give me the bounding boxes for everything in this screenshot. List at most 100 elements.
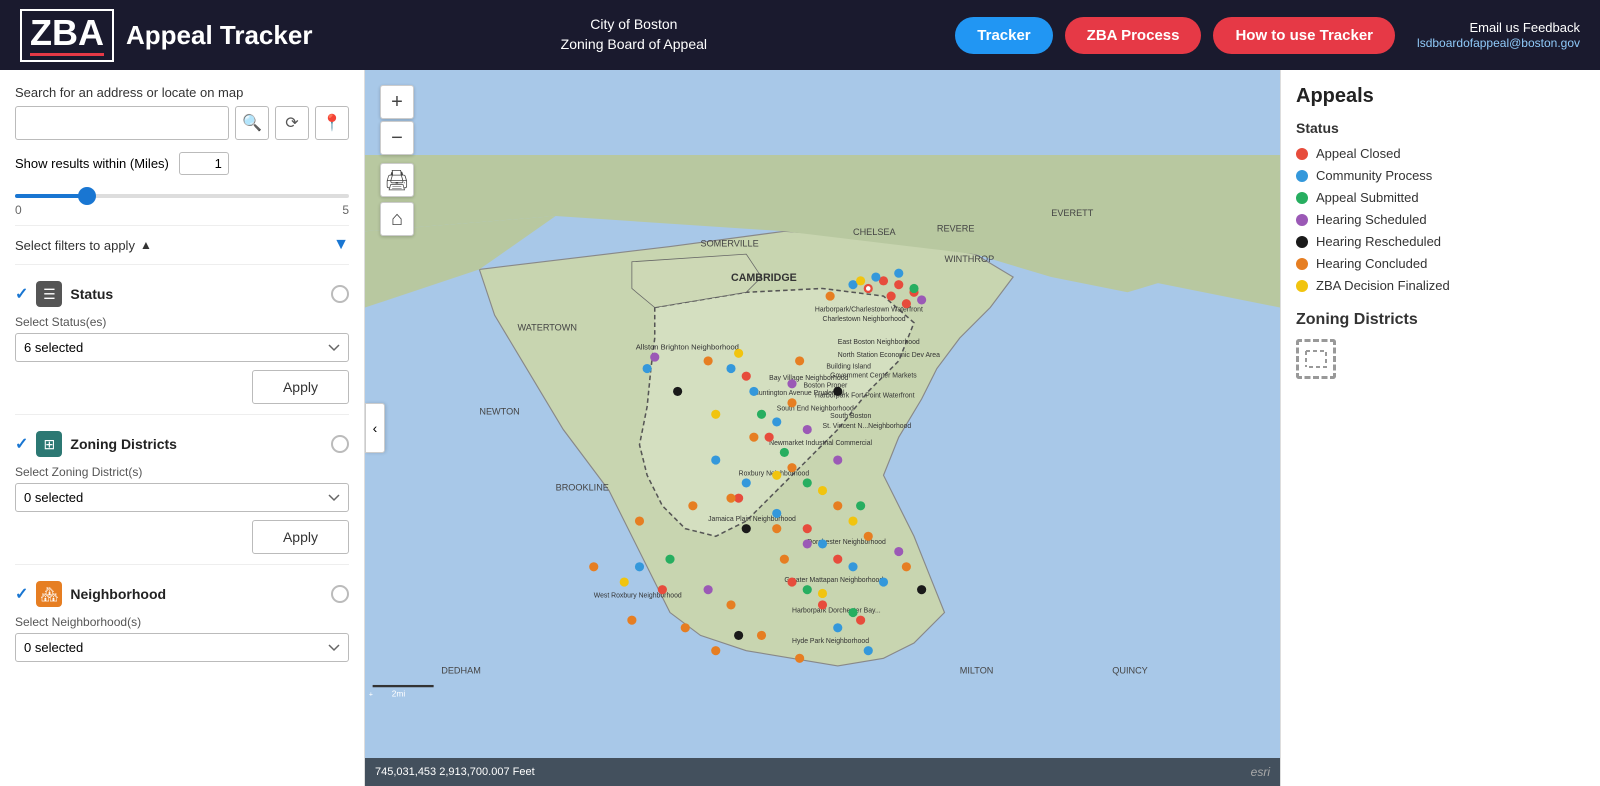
legend-dot-appeal-submitted bbox=[1296, 192, 1308, 204]
map-statusbar: 745,031,453 2,913,700.007 Feet esri bbox=[365, 758, 1280, 786]
zoning-icon-svg bbox=[1304, 349, 1328, 369]
header-center-text: City of Boston Zoning Board of Appeal bbox=[312, 15, 955, 54]
legend-item-3: Hearing Scheduled bbox=[1296, 212, 1585, 227]
pin-button[interactable]: 📍 bbox=[315, 106, 349, 140]
svg-text:SOMERVILLE: SOMERVILLE bbox=[701, 239, 759, 249]
neighborhood-dropdown[interactable]: 0 selected bbox=[15, 633, 349, 662]
zoning-filter-title: Zoning Districts bbox=[70, 436, 323, 452]
org-name: Zoning Board of Appeal bbox=[312, 35, 955, 55]
filters-label: Select filters to apply ▲ bbox=[15, 238, 152, 253]
svg-text:Charlestown Neighborhood: Charlestown Neighborhood bbox=[823, 316, 906, 323]
status-filter-icon: ☰ bbox=[36, 281, 62, 307]
svg-text:Hyde Park Neighborhood: Hyde Park Neighborhood bbox=[792, 638, 869, 645]
miles-input[interactable] bbox=[179, 152, 229, 175]
legend-label-hearing-concluded: Hearing Concluded bbox=[1316, 256, 1427, 271]
svg-text:NEWTON: NEWTON bbox=[479, 406, 519, 416]
legend-label-community-process: Community Process bbox=[1316, 168, 1432, 183]
divider-4 bbox=[15, 564, 349, 565]
svg-text:2mi: 2mi bbox=[392, 688, 406, 698]
divider-2 bbox=[15, 264, 349, 265]
status-dropdown[interactable]: 6 selected bbox=[15, 333, 349, 362]
zoning-filter-header: ✓ ⊞ Zoning Districts bbox=[15, 423, 349, 465]
zoning-district-icon bbox=[1296, 339, 1336, 379]
svg-text:EVERETT: EVERETT bbox=[1051, 208, 1094, 218]
main-layout: Search for an address or locate on map 🔍… bbox=[0, 70, 1600, 786]
search-button[interactable]: 🔍 bbox=[235, 106, 269, 140]
svg-text:Harborpark Dorchester Bay...: Harborpark Dorchester Bay... bbox=[792, 608, 881, 615]
svg-text:South Boston: South Boston bbox=[830, 413, 871, 420]
print-button[interactable]: 🖨 bbox=[380, 163, 414, 197]
sidebar-toggle-button[interactable]: ‹ bbox=[365, 403, 385, 453]
legend-item-2: Appeal Submitted bbox=[1296, 190, 1585, 205]
left-sidebar: Search for an address or locate on map 🔍… bbox=[0, 70, 365, 786]
status-apply-button[interactable]: Apply bbox=[252, 370, 349, 404]
status-sublabel: Select Status(es) bbox=[15, 315, 349, 329]
zba-process-button[interactable]: ZBA Process bbox=[1065, 17, 1202, 54]
neighborhood-filter-icon: 🏘 bbox=[36, 581, 62, 607]
legend-dot-community-process bbox=[1296, 170, 1308, 182]
svg-text:MILTON: MILTON bbox=[960, 666, 994, 676]
legend-label-hearing-rescheduled: Hearing Rescheduled bbox=[1316, 234, 1441, 249]
legend-dot-appeal-closed bbox=[1296, 148, 1308, 160]
status-radio[interactable] bbox=[331, 285, 349, 303]
legend-items: Appeal Closed Community Process Appeal S… bbox=[1296, 146, 1585, 293]
header-nav: Tracker ZBA Process How to use Tracker E… bbox=[955, 17, 1580, 54]
map-extra-controls: 🖨 ⌂ bbox=[380, 163, 414, 236]
legend-item-5: Hearing Concluded bbox=[1296, 256, 1585, 271]
svg-text:BROOKLINE: BROOKLINE bbox=[556, 483, 609, 493]
filters-header: Select filters to apply ▲ ▼ bbox=[15, 236, 349, 254]
svg-text:REVERE: REVERE bbox=[937, 223, 975, 233]
range-min: 0 bbox=[15, 203, 22, 217]
legend-label-hearing-scheduled: Hearing Scheduled bbox=[1316, 212, 1427, 227]
email-link[interactable]: lsdboardofappeal@boston.gov bbox=[1417, 36, 1580, 50]
svg-text:St. Vincent N...Neighborhood: St. Vincent N...Neighborhood bbox=[823, 423, 912, 430]
svg-text:Harborpark Fort Point Waterfro: Harborpark Fort Point Waterfront bbox=[815, 392, 915, 399]
neighborhood-check-icon: ✓ bbox=[15, 584, 28, 604]
search-input[interactable] bbox=[15, 106, 229, 140]
zoom-out-button[interactable]: − bbox=[380, 121, 414, 155]
filters-text: Select filters to apply bbox=[15, 238, 135, 253]
zoning-filter-section: ✓ ⊞ Zoning Districts Select Zoning Distr… bbox=[15, 423, 349, 554]
legend-label-appeal-closed: Appeal Closed bbox=[1316, 146, 1401, 161]
tracker-button[interactable]: Tracker bbox=[955, 17, 1052, 54]
svg-text:Jamaica Plain Neighborhood: Jamaica Plain Neighborhood bbox=[708, 516, 796, 523]
range-labels: 0 5 bbox=[15, 203, 349, 217]
zoom-in-button[interactable]: + bbox=[380, 85, 414, 119]
svg-text:North Station Economic Dev Are: North Station Economic Dev Area bbox=[838, 352, 940, 359]
zoning-radio[interactable] bbox=[331, 435, 349, 453]
svg-text:Allston Brighton Neighborhood: Allston Brighton Neighborhood bbox=[636, 342, 739, 351]
legend-dot-zba-decision bbox=[1296, 280, 1308, 292]
zoning-apply-button[interactable]: Apply bbox=[252, 520, 349, 554]
appeals-title: Appeals bbox=[1296, 85, 1585, 108]
legend-label-zba-decision: ZBA Decision Finalized bbox=[1316, 278, 1450, 293]
legend-dot-hearing-concluded bbox=[1296, 258, 1308, 270]
zba-logo: ZBA bbox=[20, 9, 114, 62]
filter-icon: ▼ bbox=[333, 236, 349, 254]
status-filter-title: Status bbox=[70, 286, 323, 302]
map-area[interactable]: CAMBRIDGE WATERTOWN SOMERVILLE CHELSEA W… bbox=[365, 70, 1280, 786]
home-button[interactable]: ⌂ bbox=[380, 202, 414, 236]
neighborhood-radio[interactable] bbox=[331, 585, 349, 603]
svg-text:East Boston Neighborhood: East Boston Neighborhood bbox=[838, 339, 920, 346]
zoning-dropdown[interactable]: 0 selected bbox=[15, 483, 349, 512]
legend-item-0: Appeal Closed bbox=[1296, 146, 1585, 161]
neighborhood-filter-header: ✓ 🏘 Neighborhood bbox=[15, 573, 349, 615]
legend-item-6: ZBA Decision Finalized bbox=[1296, 278, 1585, 293]
miles-row: Show results within (Miles) bbox=[15, 152, 349, 175]
range-slider[interactable] bbox=[15, 194, 349, 198]
svg-text:Newmarket Industrial Commercia: Newmarket Industrial Commercial bbox=[769, 440, 872, 447]
locate-button[interactable]: ⟳ bbox=[275, 106, 309, 140]
status-legend-title: Status bbox=[1296, 120, 1585, 136]
email-label: Email us Feedback bbox=[1417, 20, 1580, 35]
legend-label-appeal-submitted: Appeal Submitted bbox=[1316, 190, 1419, 205]
zoning-check-icon: ✓ bbox=[15, 434, 28, 454]
svg-text:WATERTOWN: WATERTOWN bbox=[518, 322, 577, 332]
neighborhood-filter-title: Neighborhood bbox=[70, 586, 323, 602]
map-background: CAMBRIDGE WATERTOWN SOMERVILLE CHELSEA W… bbox=[365, 70, 1280, 786]
slider-container: 0 5 bbox=[15, 185, 349, 217]
how-to-button[interactable]: How to use Tracker bbox=[1213, 17, 1395, 54]
map-coordinates: 745,031,453 2,913,700.007 Feet bbox=[375, 766, 535, 778]
status-filter-header: ✓ ☰ Status bbox=[15, 273, 349, 315]
legend-dot-hearing-scheduled bbox=[1296, 214, 1308, 226]
app-title: Appeal Tracker bbox=[126, 20, 312, 51]
